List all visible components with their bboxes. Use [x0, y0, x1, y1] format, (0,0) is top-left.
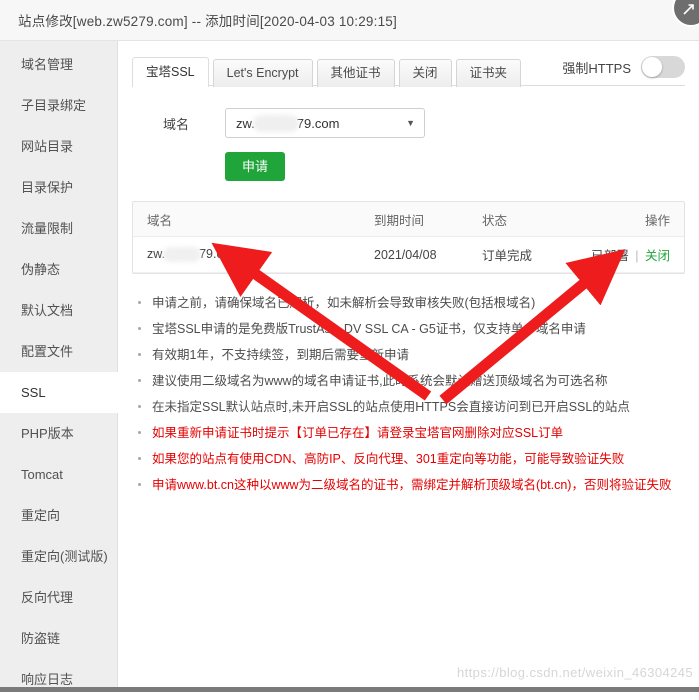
cell-action: 已部署 | 关闭 [574, 245, 670, 264]
close-cert-link[interactable]: 关闭 [645, 249, 670, 263]
note-item: 宝塔SSL申请的是免费版TrustAsia DV SSL CA - G5证书，仅… [138, 316, 685, 342]
sidebar-item-response-log[interactable]: 响应日志 [0, 659, 117, 700]
ssl-tabs: 宝塔SSL Let's Encrypt 其他证书 关闭 证书夹 [132, 53, 522, 87]
sidebar-item-default-document[interactable]: 默认文档 [0, 290, 117, 331]
force-https-toggle[interactable] [641, 56, 685, 78]
domain-select-row: 域名 zw. 79.com ▼ [132, 108, 685, 138]
bullet-icon [138, 483, 141, 486]
cell-domain: zw. 79.com [147, 246, 374, 263]
note-text: 宝塔SSL申请的是免费版TrustAsia DV SSL CA - G5证书，仅… [152, 322, 586, 336]
bullet-icon [138, 431, 141, 434]
domain-masked-region [252, 114, 299, 132]
sidebar-item-directory-protect[interactable]: 目录保护 [0, 167, 117, 208]
sidebar-item-rewrite[interactable]: 伪静态 [0, 249, 117, 290]
window-title-bar: 站点修改[web.zw5279.com] -- 添加时间[2020-04-03 … [0, 0, 699, 41]
tab-bt-ssl[interactable]: 宝塔SSL [132, 56, 209, 87]
sidebar-item-config-file[interactable]: 配置文件 [0, 331, 117, 372]
note-text: 建议使用二级域名为www的域名申请证书,此时系统会默认赠送顶级域名为可选名称 [152, 374, 608, 388]
tab-other-cert[interactable]: 其他证书 [316, 58, 395, 87]
note-text: 在未指定SSL默认站点时,未开启SSL的站点使用HTTPS会直接访问到已开启SS… [152, 400, 630, 414]
note-text: 如果重新申请证书时提示【订单已存在】请登录宝塔官网删除对应SSL订单 [152, 426, 564, 440]
note-item: 申请之前，请确保域名已解析，如未解析会导致审核失败(包括根域名) [138, 290, 685, 316]
bullet-icon [138, 457, 141, 460]
note-text: 申请www.bt.cn这种以www为二级域名的证书，需绑定并解析顶级域名(bt.… [152, 478, 672, 492]
note-item: 在未指定SSL默认站点时,未开启SSL的站点使用HTTPS会直接访问到已开启SS… [138, 394, 685, 420]
sidebar-item-site-directory[interactable]: 网站目录 [0, 126, 117, 167]
resize-icon [683, 4, 694, 15]
bullet-icon [138, 301, 141, 304]
apply-row: 申请 [132, 152, 685, 181]
table-row: zw. 79.com 2021/04/08 订单完成 已部署 | 关闭 [133, 237, 684, 273]
sidebar-item-traffic-limit[interactable]: 流量限制 [0, 208, 117, 249]
window-resize-button[interactable] [674, 0, 699, 25]
sidebar-item-php-version[interactable]: PHP版本 [0, 413, 117, 454]
table-header-row: 域名 到期时间 状态 操作 [133, 202, 684, 237]
cell-domain-suffix: 79.com [199, 246, 241, 261]
bullet-icon [138, 327, 141, 330]
force-https-control: 强制HTTPS [562, 56, 685, 82]
watermark-text: https://blog.csdn.net/weixin_46304245 [457, 665, 693, 680]
page-title: 站点修改[web.zw5279.com] -- 添加时间[2020-04-03 … [18, 14, 397, 29]
site-edit-window: 站点修改[web.zw5279.com] -- 添加时间[2020-04-03 … [0, 0, 699, 692]
th-expire: 到期时间 [374, 213, 425, 228]
sidebar-item-redirect-beta[interactable]: 重定向(测试版) [0, 536, 117, 577]
force-https-label: 强制HTTPS [562, 60, 631, 76]
ssl-notes-list: 申请之前，请确保域名已解析，如未解析会导致审核失败(包括根域名) 宝塔SSL申请… [132, 290, 685, 498]
note-item-warning: 如果重新申请证书时提示【订单已存在】请登录宝塔官网删除对应SSL订单 [138, 420, 685, 446]
sidebar-item-domain-manage[interactable]: 域名管理 [0, 44, 117, 85]
sidebar-item-tomcat[interactable]: Tomcat [0, 454, 117, 495]
sidebar-item-redirect[interactable]: 重定向 [0, 495, 117, 536]
note-item: 有效期1年，不支持续签，到期后需要重新申请 [138, 342, 685, 368]
sidebar-item-ssl[interactable]: SSL [0, 372, 118, 413]
th-action: 操作 [644, 213, 670, 228]
domain-value-prefix: zw. [236, 115, 255, 131]
chevron-down-icon: ▼ [406, 118, 415, 128]
note-item: 建议使用二级域名为www的域名申请证书,此时系统会默认赠送顶级域名为可选名称 [138, 368, 685, 394]
deployed-label: 已部署 [591, 249, 629, 263]
note-text: 有效期1年，不支持续签，到期后需要重新申请 [152, 348, 409, 362]
th-status: 状态 [482, 213, 508, 228]
cell-domain-masked [163, 247, 202, 263]
bullet-icon [138, 405, 141, 408]
domain-label: 域名 [163, 116, 190, 132]
domain-select[interactable]: zw. 79.com ▼ [225, 108, 425, 138]
action-separator: | [635, 249, 639, 263]
sidebar-item-reverse-proxy[interactable]: 反向代理 [0, 577, 117, 618]
toggle-knob [642, 57, 662, 77]
tab-close[interactable]: 关闭 [398, 58, 452, 87]
bullet-icon [138, 379, 141, 382]
window-bottom-bar [0, 687, 699, 692]
note-item-warning: 申请www.bt.cn这种以www为二级域名的证书，需绑定并解析顶级域名(bt.… [138, 472, 685, 498]
tab-lets-encrypt[interactable]: Let's Encrypt [212, 58, 313, 87]
note-text: 申请之前，请确保域名已解析，如未解析会导致审核失败(包括根域名) [152, 296, 536, 310]
sidebar-item-anti-leech[interactable]: 防盗链 [0, 618, 117, 659]
sidebar-item-subdir-bind[interactable]: 子目录绑定 [0, 85, 117, 126]
note-text: 如果您的站点有使用CDN、高防IP、反向代理、301重定向等功能，可能导致验证失… [152, 452, 625, 466]
note-item-warning: 如果您的站点有使用CDN、高防IP、反向代理、301重定向等功能，可能导致验证失… [138, 446, 685, 472]
cell-status: 订单完成 [482, 249, 533, 263]
tab-cert-folder[interactable]: 证书夹 [455, 58, 522, 87]
domain-value-suffix: 79.com [296, 115, 340, 131]
ssl-panel: 宝塔SSL Let's Encrypt 其他证书 关闭 证书夹 强制HTTPS … [118, 41, 699, 692]
bullet-icon [138, 353, 141, 356]
th-domain: 域名 [147, 213, 173, 228]
settings-sidebar: 域名管理 子目录绑定 网站目录 目录保护 流量限制 伪静态 默认文档 配置文件 … [0, 41, 118, 692]
ssl-tab-bar: 宝塔SSL Let's Encrypt 其他证书 关闭 证书夹 强制HTTPS [132, 53, 685, 87]
apply-button[interactable]: 申请 [225, 152, 286, 181]
cell-expire: 2021/04/08 [374, 247, 437, 262]
window-body: 域名管理 子目录绑定 网站目录 目录保护 流量限制 伪静态 默认文档 配置文件 … [0, 41, 699, 692]
ssl-order-table: 域名 到期时间 状态 操作 zw. 79.com 2021/04/08 订单完成 … [132, 201, 685, 274]
